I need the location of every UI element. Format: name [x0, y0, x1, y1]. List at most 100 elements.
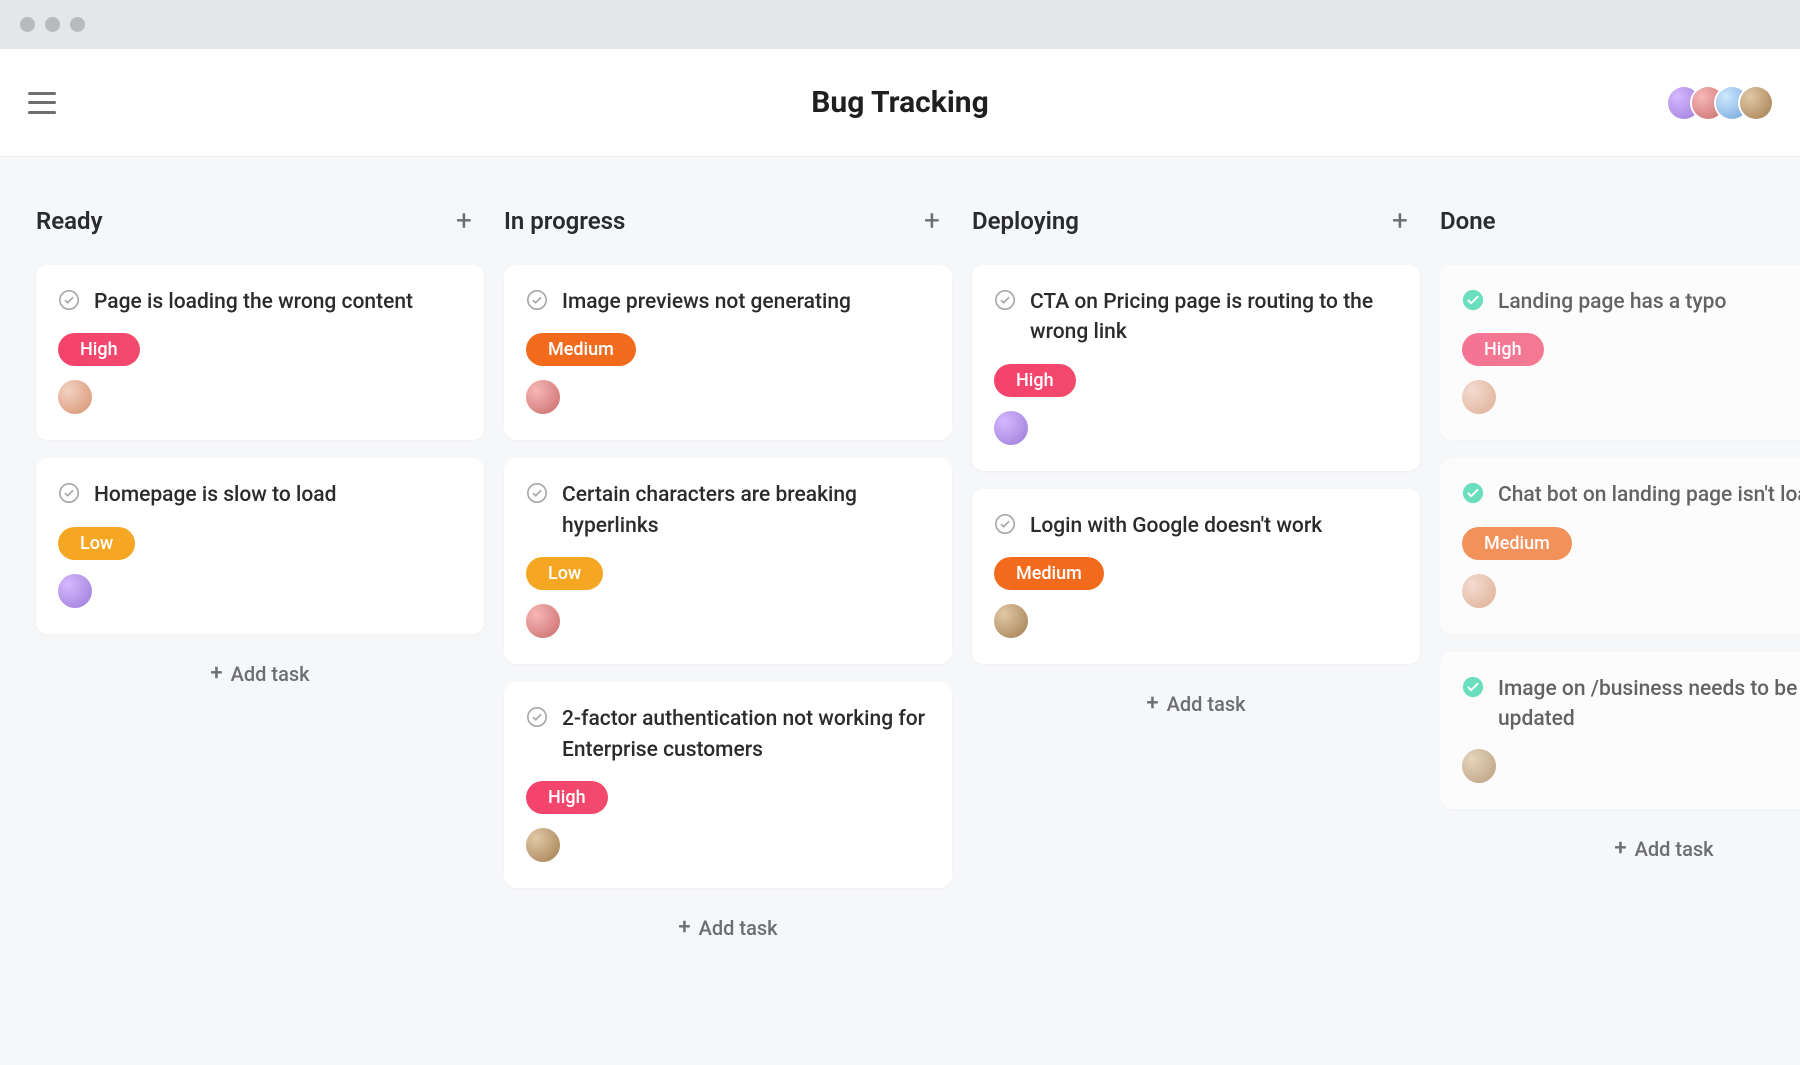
priority-tag: High: [994, 364, 1076, 397]
task-card[interactable]: Image on /business needs to be updated: [1440, 652, 1800, 809]
assignee-row: [58, 380, 458, 418]
board-column: In progress + Image previews not generatin…: [504, 207, 952, 948]
task-title: 2-factor authentication not working for …: [562, 704, 926, 765]
window-dot: [45, 17, 60, 32]
task-title: Landing page has a typo: [1498, 287, 1726, 317]
task-card[interactable]: Certain characters are breaking hyperlin…: [504, 458, 952, 664]
avatar[interactable]: [526, 828, 560, 862]
task-title: Homepage is slow to load: [94, 480, 336, 510]
window-dot: [20, 17, 35, 32]
task-card[interactable]: Chat bot on landing page isn't loading Me…: [1440, 458, 1800, 633]
assignee-row: [994, 411, 1394, 449]
add-task-button[interactable]: + Add task: [504, 908, 952, 948]
task-card[interactable]: Homepage is slow to load Low: [36, 458, 484, 633]
priority-tag: Low: [58, 527, 135, 560]
add-task-label: Add task: [699, 916, 778, 940]
check-complete-icon[interactable]: [1462, 676, 1484, 698]
add-task-button[interactable]: + Add task: [1440, 829, 1800, 869]
column-title: Ready: [36, 207, 102, 235]
avatar[interactable]: [58, 574, 92, 608]
app-header: Bug Tracking: [0, 49, 1800, 157]
column-header: Done⚡: [1440, 207, 1800, 265]
assignee-row: [1462, 749, 1800, 787]
task-title: Login with Google doesn't work: [1030, 511, 1322, 541]
window-dot: [70, 17, 85, 32]
add-card-button[interactable]: +: [452, 209, 476, 233]
avatar[interactable]: [1462, 749, 1496, 783]
add-task-button[interactable]: + Add task: [36, 654, 484, 694]
board-column: Ready + Page is loading the wrong content H…: [36, 207, 484, 948]
header-avatars[interactable]: [1668, 87, 1772, 119]
avatar[interactable]: [1462, 380, 1496, 414]
task-card[interactable]: Page is loading the wrong content High: [36, 265, 484, 440]
column-header: In progress +: [504, 207, 952, 265]
check-complete-icon[interactable]: [1462, 482, 1484, 504]
column-cards: Image previews not generating Medium Certa…: [504, 265, 952, 888]
check-incomplete-icon[interactable]: [994, 289, 1016, 311]
plus-icon: +: [1146, 693, 1158, 715]
board-column: Deploying + CTA on Pricing page is routing…: [972, 207, 1420, 948]
assignee-row: [1462, 574, 1800, 612]
add-card-button[interactable]: +: [920, 209, 944, 233]
column-cards: CTA on Pricing page is routing to the wr…: [972, 265, 1420, 664]
column-title: In progress: [504, 207, 625, 235]
avatar[interactable]: [994, 411, 1028, 445]
priority-tag: Medium: [526, 333, 636, 366]
assignee-row: [1462, 380, 1800, 418]
assignee-row: [58, 574, 458, 612]
task-card[interactable]: CTA on Pricing page is routing to the wr…: [972, 265, 1420, 471]
priority-tag: High: [58, 333, 140, 366]
assignee-row: [526, 604, 926, 642]
plus-icon: +: [678, 917, 690, 939]
check-incomplete-icon[interactable]: [58, 289, 80, 311]
task-title: CTA on Pricing page is routing to the wr…: [1030, 287, 1394, 348]
avatar[interactable]: [526, 380, 560, 414]
task-title: Image previews not generating: [562, 287, 851, 317]
avatar[interactable]: [994, 604, 1028, 638]
kanban-board: Ready + Page is loading the wrong content H…: [0, 157, 1800, 988]
avatar[interactable]: [1740, 87, 1772, 119]
priority-tag: Low: [526, 557, 603, 590]
check-incomplete-icon[interactable]: [994, 513, 1016, 535]
add-task-label: Add task: [1167, 692, 1246, 716]
check-incomplete-icon[interactable]: [58, 482, 80, 504]
check-complete-icon[interactable]: [1462, 289, 1484, 311]
check-incomplete-icon[interactable]: [526, 482, 548, 504]
assignee-row: [526, 828, 926, 866]
assignee-row: [526, 380, 926, 418]
avatar[interactable]: [58, 380, 92, 414]
add-task-label: Add task: [231, 662, 310, 686]
task-title: Chat bot on landing page isn't loading: [1498, 480, 1800, 510]
add-task-label: Add task: [1635, 837, 1714, 861]
priority-tag: High: [526, 781, 608, 814]
menu-icon[interactable]: [28, 92, 56, 114]
column-title: Deploying: [972, 207, 1079, 235]
avatar[interactable]: [1462, 574, 1496, 608]
task-card[interactable]: Login with Google doesn't work Medium: [972, 489, 1420, 664]
priority-tag: Medium: [994, 557, 1104, 590]
task-card[interactable]: 2-factor authentication not working for …: [504, 682, 952, 888]
column-cards: Page is loading the wrong content High Hom…: [36, 265, 484, 634]
column-header: Deploying +: [972, 207, 1420, 265]
column-title: Done: [1440, 207, 1496, 235]
avatar[interactable]: [526, 604, 560, 638]
plus-icon: +: [210, 663, 222, 685]
column-cards: Landing page has a typo High Chat bot on l…: [1440, 265, 1800, 809]
add-task-button[interactable]: + Add task: [972, 684, 1420, 724]
assignee-row: [994, 604, 1394, 642]
window-titlebar: [0, 0, 1800, 49]
column-header: Ready +: [36, 207, 484, 265]
task-card[interactable]: Landing page has a typo High: [1440, 265, 1800, 440]
check-incomplete-icon[interactable]: [526, 706, 548, 728]
check-incomplete-icon[interactable]: [526, 289, 548, 311]
task-card[interactable]: Image previews not generating Medium: [504, 265, 952, 440]
task-title: Page is loading the wrong content: [94, 287, 413, 317]
add-card-button[interactable]: +: [1388, 209, 1412, 233]
task-title: Image on /business needs to be updated: [1498, 674, 1800, 735]
priority-tag: High: [1462, 333, 1544, 366]
board-column: Done⚡ Landing page has a typo High Chat bot…: [1440, 207, 1800, 948]
page-title: Bug Tracking: [811, 85, 988, 120]
priority-tag: Medium: [1462, 527, 1572, 560]
plus-icon: +: [1614, 838, 1626, 860]
task-title: Certain characters are breaking hyperlin…: [562, 480, 926, 541]
